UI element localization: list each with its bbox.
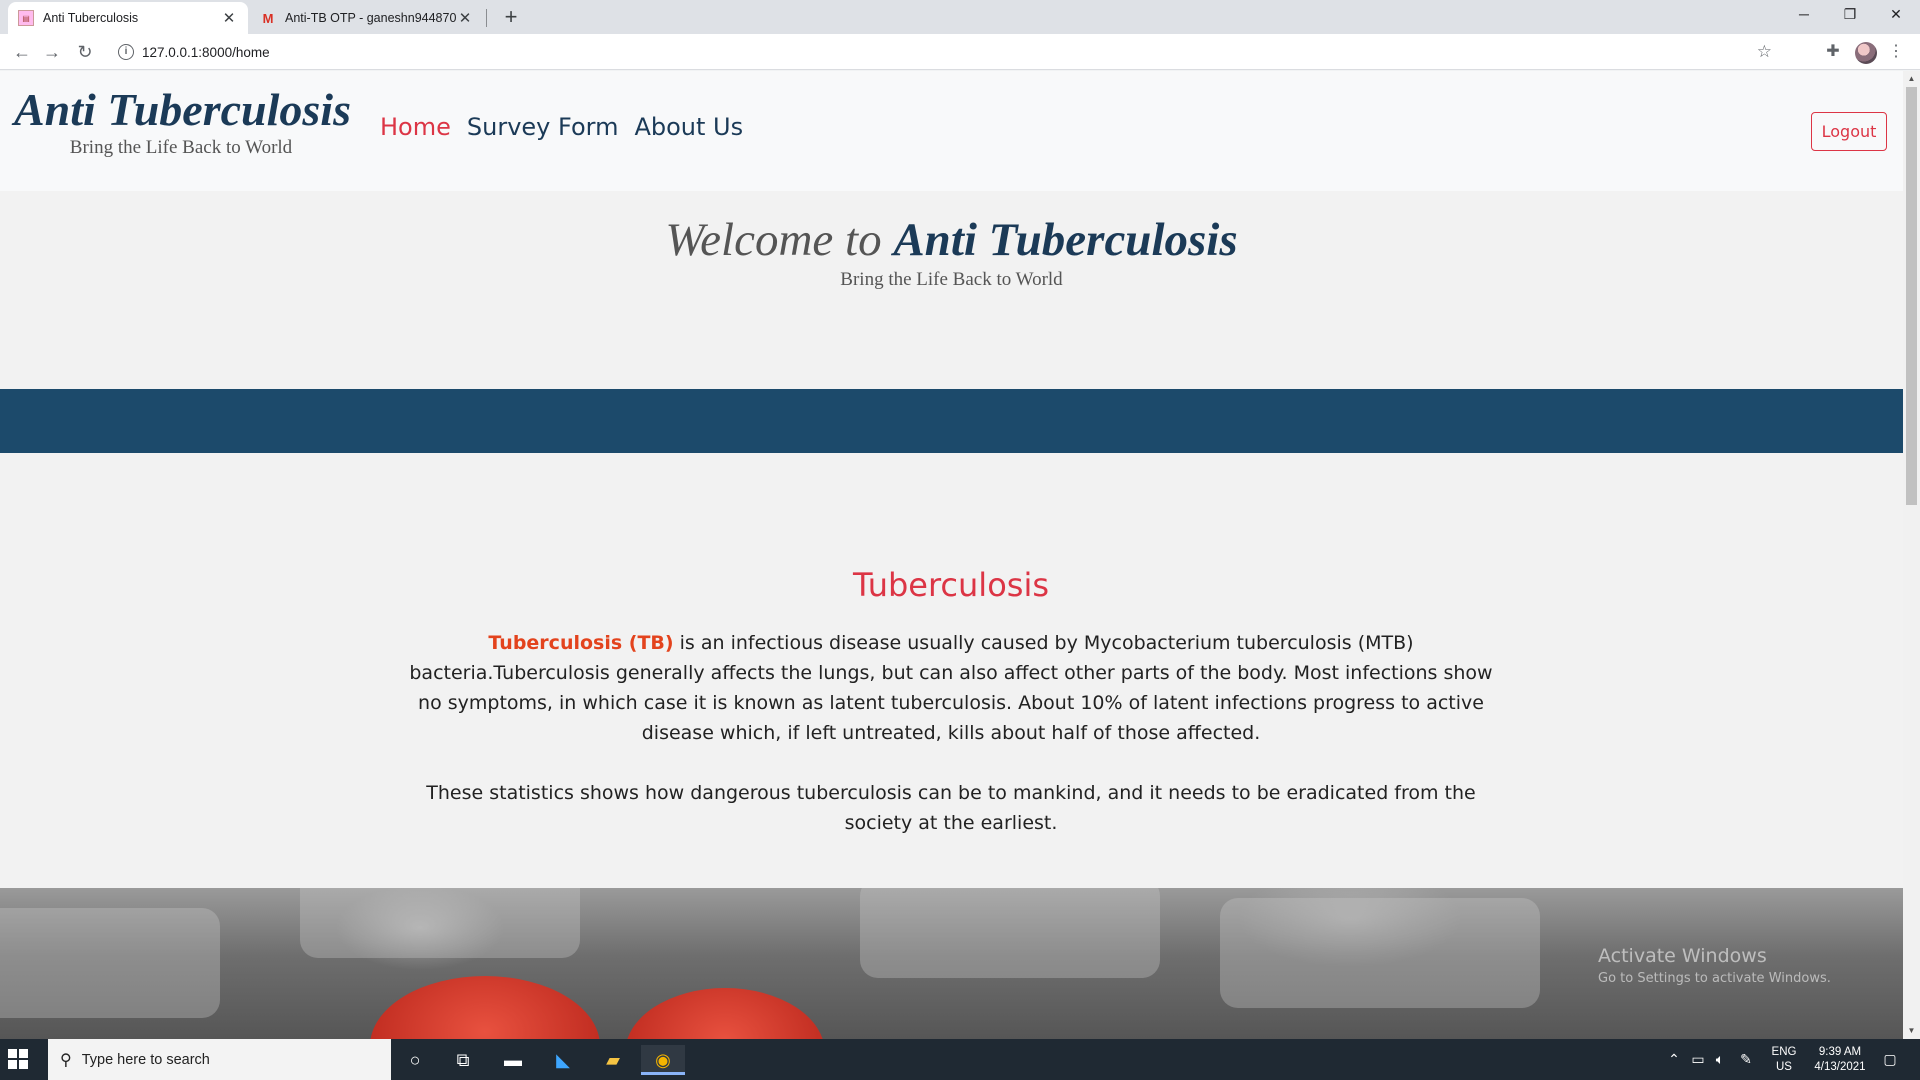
close-window-button[interactable]: ✕	[1873, 0, 1919, 30]
welcome-hero: Welcome to Anti Tuberculosis Bring the L…	[0, 191, 1903, 389]
logout-button[interactable]: Logout	[1811, 112, 1887, 151]
file-explorer-icon[interactable]: ▰	[591, 1045, 635, 1075]
bookmark-star-icon[interactable]: ☆	[1757, 42, 1772, 62]
watermark-subtitle: Go to Settings to activate Windows.	[1598, 971, 1831, 986]
nav-link-survey-form[interactable]: Survey Form	[467, 113, 619, 141]
back-arrow-icon[interactable]: ←	[8, 38, 36, 66]
brand-tagline: Bring the Life Back to World	[69, 137, 293, 158]
cortana-icon[interactable]: ○	[393, 1045, 437, 1075]
network-icon[interactable]: ▭	[1688, 1039, 1708, 1080]
nav-link-home[interactable]: Home	[380, 113, 451, 141]
welcome-heading: Welcome to Anti Tuberculosis	[0, 213, 1903, 267]
search-placeholder: Type here to search	[81, 1051, 210, 1068]
page-viewport: Anti Tuberculosis Bring the Life Back to…	[0, 71, 1903, 1039]
browser-toolbar: ← → ↻ i 127.0.0.1:8000/home ☆ ✚ ⋮	[0, 34, 1920, 70]
pen-icon[interactable]: ✎	[1736, 1039, 1756, 1080]
clock[interactable]: 9:39 AM 4/13/2021	[1803, 1045, 1877, 1075]
address-bar[interactable]: i 127.0.0.1:8000/home ☆	[110, 37, 1780, 67]
scroll-down-arrow-icon[interactable]: ▼	[1903, 1023, 1920, 1039]
tab-separator	[486, 9, 487, 27]
site-navbar: Anti Tuberculosis Bring the Life Back to…	[0, 71, 1903, 191]
notifications-icon[interactable]: ▢	[1875, 1039, 1905, 1080]
page-scrollbar[interactable]: ▲ ▼	[1903, 71, 1920, 1039]
tab-gmail-otp[interactable]: M Anti-TB OTP - ganeshn944870@ ✕	[250, 2, 484, 34]
browser-menu-icon[interactable]: ⋮	[1884, 40, 1908, 64]
statistics-paragraph: These statistics shows how dangerous tub…	[426, 782, 1476, 834]
red-pill	[370, 976, 600, 1039]
volume-icon[interactable]: 🔈︎	[1710, 1039, 1730, 1080]
tab-anti-tuberculosis[interactable]: ▤ Anti Tuberculosis ✕	[8, 2, 248, 34]
tab-title: Anti-TB OTP - ganeshn944870@	[285, 11, 456, 25]
clock-time: 9:39 AM	[1818, 1046, 1862, 1058]
forward-arrow-icon[interactable]: →	[38, 38, 66, 66]
terminal-icon[interactable]: ▬	[491, 1045, 535, 1075]
windows-taskbar: ⚲ Type here to search ○ ⧉ ▬ ◣ ▰ ◉ ⌃ ▭ 🔈︎…	[0, 1039, 1920, 1080]
browser-tabstrip: ▤ Anti Tuberculosis ✕ M Anti-TB OTP - ga…	[0, 0, 1920, 34]
brand-logo[interactable]: Anti Tuberculosis Bring the Life Back to…	[14, 84, 351, 159]
photo-keyboard-key	[300, 888, 580, 958]
scrollbar-thumb[interactable]	[1906, 87, 1917, 505]
activate-windows-watermark: Activate Windows Go to Settings to activ…	[1598, 945, 1831, 986]
section-heading: Tuberculosis	[853, 566, 1049, 604]
chrome-icon[interactable]: ◉	[641, 1045, 685, 1075]
welcome-site-name: Anti Tuberculosis	[893, 214, 1238, 266]
tab-title: Anti Tuberculosis	[43, 11, 139, 25]
task-view-icon[interactable]: ⧉	[441, 1045, 485, 1075]
nav-links: Home Survey Form About Us	[380, 113, 743, 141]
vscode-icon[interactable]: ◣	[541, 1045, 585, 1075]
close-tab-icon[interactable]: ✕	[456, 9, 474, 27]
new-tab-button[interactable]: +	[498, 5, 524, 31]
region-code: US	[1776, 1061, 1792, 1073]
extensions-puzzle-icon[interactable]: ✚	[1821, 40, 1845, 64]
windows-start-icon[interactable]	[8, 1049, 28, 1069]
search-icon: ⚲	[60, 1051, 72, 1069]
language-indicator[interactable]: ENG US	[1765, 1045, 1803, 1075]
profile-avatar[interactable]	[1855, 42, 1877, 64]
hero-tagline: Bring the Life Back to World	[840, 269, 1063, 290]
restore-window-button[interactable]: ❐	[1827, 0, 1873, 30]
tb-highlight: Tuberculosis (TB)	[488, 632, 674, 654]
clock-date: 4/13/2021	[1814, 1061, 1866, 1073]
photo-keyboard-key	[0, 908, 220, 1018]
language-code: ENG	[1771, 1046, 1797, 1058]
url-text: 127.0.0.1:8000/home	[142, 44, 270, 60]
intro-paragraph: Tuberculosis (TB) is an infectious disea…	[395, 628, 1507, 748]
brand-name: Anti Tuberculosis	[14, 84, 351, 135]
minimize-window-button[interactable]: ─	[1781, 0, 1827, 30]
site-info-icon[interactable]: i	[118, 44, 134, 60]
gmail-icon: M	[262, 10, 274, 26]
tuberculosis-section: Tuberculosis Tuberculosis (TB) is an inf…	[395, 491, 1507, 838]
close-tab-icon[interactable]: ✕	[220, 9, 238, 27]
welcome-prefix: Welcome to	[665, 214, 894, 266]
watermark-title: Activate Windows	[1598, 945, 1767, 967]
taskbar-search-box[interactable]: ⚲ Type here to search	[48, 1039, 391, 1080]
tray-chevron-up-icon[interactable]: ⌃	[1664, 1039, 1684, 1080]
red-pill	[625, 988, 825, 1039]
site-favicon-icon: ▤	[18, 10, 34, 26]
blue-banner-band	[0, 389, 1903, 453]
scroll-up-arrow-icon[interactable]: ▲	[1903, 71, 1920, 87]
reload-icon[interactable]: ↻	[71, 38, 99, 66]
photo-keyboard-key	[1220, 898, 1540, 1008]
nav-link-about-us[interactable]: About Us	[634, 113, 743, 141]
photo-keyboard-key	[860, 888, 1160, 978]
